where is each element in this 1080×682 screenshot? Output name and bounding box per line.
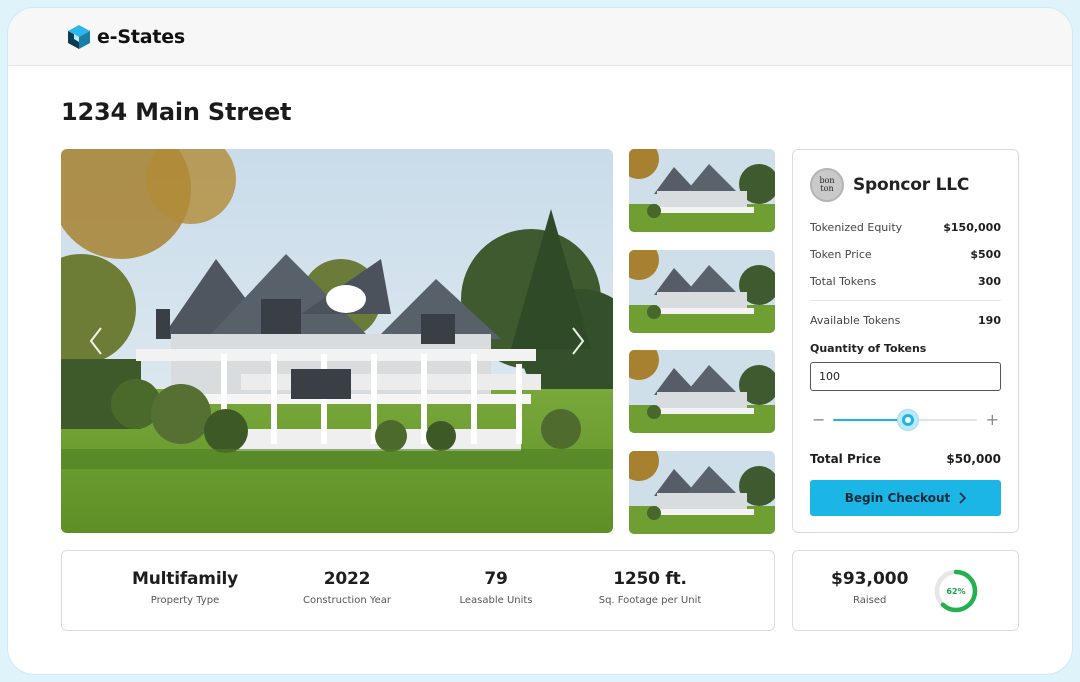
begin-checkout-button[interactable]: Begin Checkout <box>810 480 1001 516</box>
brand-name: e-States <box>97 26 186 48</box>
stat-label: Property Type <box>150 595 220 606</box>
chevron-right-icon <box>572 327 585 355</box>
row-available-tokens: Available Tokens 190 <box>810 314 1001 327</box>
app-window: e-States 1234 Main Street bon ton Sponco… <box>8 8 1072 674</box>
house-thumbnail-image <box>629 149 775 232</box>
total-price-value: $50,000 <box>946 452 1001 466</box>
stat-value: Multifamily <box>132 569 238 589</box>
row-tokenized-equity: Tokenized Equity $150,000 <box>810 221 1001 234</box>
row-label: Token Price <box>810 248 872 261</box>
cube-logo-icon <box>68 25 90 49</box>
quantity-slider[interactable]: − + <box>810 409 1001 431</box>
stat-label: Sq. Footage per Unit <box>598 595 702 606</box>
decrement-button[interactable]: − <box>812 410 825 430</box>
avatar: bon ton <box>810 168 844 202</box>
stat-value: 79 <box>484 569 508 589</box>
slider-handle[interactable] <box>897 410 918 430</box>
thumbnail-strip <box>629 149 775 551</box>
row-label: Available Tokens <box>810 314 901 327</box>
row-value: $150,000 <box>943 221 1001 234</box>
raised-progress-ring: 62% <box>933 568 979 614</box>
stat-construction-year: 2022 Construction Year <box>303 569 391 606</box>
row-label: Total Tokens <box>810 275 877 288</box>
divider <box>810 300 1001 301</box>
total-price-label: Total Price <box>810 452 882 466</box>
quantity-input[interactable] <box>810 362 1001 391</box>
row-value: $500 <box>970 248 1001 261</box>
chevron-right-icon <box>959 492 967 504</box>
row-value: 190 <box>978 314 1001 327</box>
stat-property-type: Multifamily Property Type <box>132 569 238 606</box>
house-photo-image <box>61 149 613 533</box>
checkout-label: Begin Checkout <box>844 491 951 505</box>
gallery-next-button[interactable] <box>563 321 593 361</box>
avatar-text-line2: ton <box>820 184 834 193</box>
raised-value: $93,000 <box>831 569 909 589</box>
purchase-card: bon ton Sponcor LLC Tokenized Equity $15… <box>792 149 1019 533</box>
raised-summary: $93,000 Raised <box>831 569 908 606</box>
raised-card: $93,000 Raised 62% <box>792 550 1019 631</box>
thumbnail-3[interactable] <box>629 350 775 433</box>
quantity-label: Quantity of Tokens <box>810 342 927 355</box>
main-property-photo[interactable] <box>61 149 613 533</box>
sponsor-name: Sponcor LLC <box>853 175 970 195</box>
row-total-tokens: Total Tokens 300 <box>810 275 1001 288</box>
row-value: 300 <box>978 275 1001 288</box>
gallery-prev-button[interactable] <box>81 321 111 361</box>
top-bar: e-States <box>8 8 1072 66</box>
page-title: 1234 Main Street <box>61 98 292 126</box>
raised-label: Raised <box>853 595 887 606</box>
house-thumbnail-image <box>629 350 775 433</box>
thumbnail-4[interactable] <box>629 450 775 534</box>
stat-leasable-units: 79 Leasable Units <box>459 569 532 606</box>
house-thumbnail-image <box>629 249 775 333</box>
stat-value: 2022 <box>323 569 371 589</box>
stat-label: Construction Year <box>302 595 392 606</box>
brand[interactable]: e-States <box>65 23 185 51</box>
stat-value: 1250 ft. <box>613 569 687 589</box>
thumbnail-2[interactable] <box>629 249 775 333</box>
slider-track[interactable] <box>833 410 977 430</box>
increment-button[interactable]: + <box>986 410 999 430</box>
row-token-price: Token Price $500 <box>810 248 1001 261</box>
row-label: Tokenized Equity <box>810 221 903 234</box>
house-thumbnail-image <box>629 450 775 534</box>
property-stats: Multifamily Property Type 2022 Construct… <box>61 550 775 631</box>
stat-label: Leasable Units <box>459 595 533 606</box>
thumbnail-1[interactable] <box>629 149 775 232</box>
sponsor-header: bon ton Sponcor LLC <box>810 168 969 202</box>
slider-fill <box>833 419 908 421</box>
total-price-row: Total Price $50,000 <box>810 452 1001 466</box>
chevron-left-icon <box>89 327 102 355</box>
raised-percent: 62% <box>946 586 966 596</box>
stat-sq-footage: 1250 ft. Sq. Footage per Unit <box>599 569 702 606</box>
